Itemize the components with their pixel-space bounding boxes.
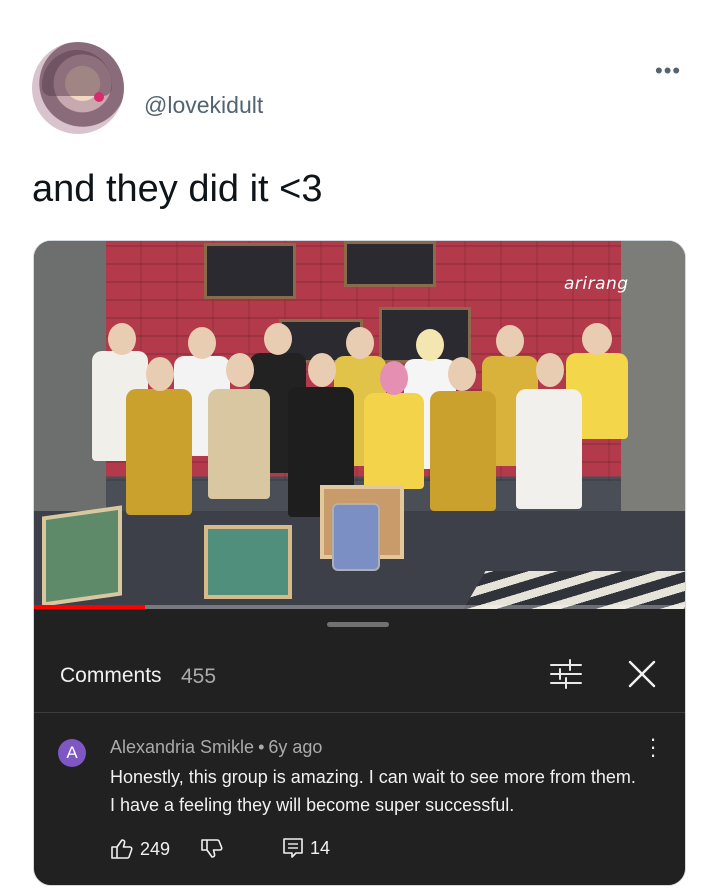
cast-member [208, 389, 270, 499]
cast-member [516, 389, 582, 509]
comments-sheet: Comments 455 A Alexandria Smikle • 6y ago [34, 609, 685, 885]
cast-member-head [226, 353, 254, 387]
dislike-button[interactable] [200, 837, 224, 861]
reply-comment-icon [283, 838, 303, 858]
prop-crate [204, 525, 292, 599]
cast-member-head [496, 325, 524, 357]
like-count: 249 [140, 838, 171, 859]
prop-can [332, 503, 380, 571]
more-vertical-icon[interactable]: · · · [648, 728, 658, 766]
meta-separator: • [258, 737, 265, 757]
cast-member-head [188, 327, 216, 359]
media-card[interactable]: arirang Comments 455 A Alexandria Smikle… [33, 240, 686, 886]
cast-member-head [346, 327, 374, 359]
profile-avatar[interactable] [32, 42, 124, 134]
avatar-microphone [94, 92, 104, 102]
user-handle[interactable]: @lovekidult [144, 92, 263, 119]
like-button[interactable]: 249 [110, 837, 170, 861]
comment-author[interactable]: Alexandria Smikle [110, 737, 254, 757]
comment-body: Honestly, this group is amazing. I can w… [110, 767, 636, 815]
replies-button[interactable]: 14 [282, 837, 330, 859]
reply-count: 14 [310, 837, 331, 858]
thumbs-down-icon [201, 839, 223, 858]
comments-count: 455 [181, 665, 217, 688]
cast-member-head [146, 357, 174, 391]
more-horizontal-icon[interactable]: ••• [655, 58, 681, 84]
cast-member-head [264, 323, 292, 355]
header-divider [34, 712, 685, 713]
filter-sliders-icon[interactable] [548, 657, 584, 691]
cast-member-head [448, 357, 476, 391]
cast-member-head [582, 323, 612, 355]
cast-member [364, 393, 424, 489]
drag-handle[interactable] [327, 622, 389, 627]
cast-member-head [308, 353, 336, 387]
prop-crate [42, 505, 122, 607]
comments-title: Comments [60, 664, 162, 687]
tweet-text: and they did it <3 [32, 168, 323, 210]
commenter-avatar[interactable]: A [58, 739, 86, 767]
thumbs-up-icon [111, 839, 133, 859]
avatar-hair [42, 50, 112, 96]
cast-member-head [536, 353, 564, 387]
cast-member-head [416, 329, 444, 361]
channel-logo: arirang [564, 274, 629, 294]
wall-monitor [344, 241, 436, 287]
cast-member-head [108, 323, 136, 355]
cast-member [430, 391, 496, 511]
video-frame[interactable]: arirang [34, 241, 685, 609]
cast-member-head [380, 361, 408, 395]
comment-meta: Alexandria Smikle • 6y ago [110, 737, 322, 758]
floor-stripe [462, 571, 685, 609]
set-pillar-right [621, 241, 685, 511]
comment-age: 6y ago [268, 737, 323, 757]
close-icon[interactable] [627, 659, 657, 689]
wall-monitor [204, 243, 296, 299]
cast-member [126, 389, 192, 515]
